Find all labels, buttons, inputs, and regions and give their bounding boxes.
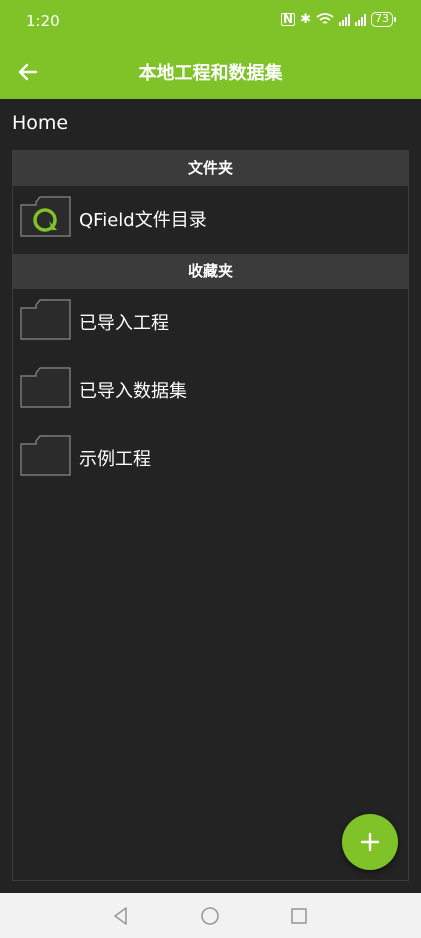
signal-icon-2 [355, 13, 366, 26]
list-item-imported-datasets[interactable]: 已导入数据集 [13, 357, 408, 419]
signal-icon-1 [339, 13, 350, 26]
breadcrumb: Home [12, 112, 69, 134]
nav-recents-icon[interactable] [288, 905, 310, 927]
section-header-favorites: 收藏夹 [13, 254, 408, 289]
wifi-icon [316, 13, 334, 24]
file-browser-panel: 文件夹 QField文件目录 收藏夹 已导入工程 已导入数据集 示例工程 [12, 150, 409, 881]
list-item-imported-projects[interactable]: 已导入工程 [13, 289, 408, 351]
status-bar: 1:20 N ✱ 73 [0, 0, 421, 44]
nav-home-icon[interactable] [199, 905, 221, 927]
plus-icon [360, 832, 380, 852]
add-button[interactable] [342, 814, 398, 870]
bluetooth-icon: ✱ [300, 12, 311, 27]
section-header-folders: 文件夹 [13, 151, 408, 186]
list-item-sample-projects[interactable]: 示例工程 [13, 425, 408, 487]
list-item-label: 已导入工程 [79, 313, 169, 334]
list-item-label: 已导入数据集 [79, 381, 187, 402]
list-item-qfield-directory[interactable]: QField文件目录 [13, 186, 408, 248]
app-bar: 本地工程和数据集 [0, 44, 421, 99]
folder-icon [20, 299, 71, 340]
page-title: 本地工程和数据集 [138, 63, 283, 84]
list-item-label: 示例工程 [79, 449, 151, 470]
qfield-logo-icon [20, 196, 71, 237]
folder-icon [20, 435, 71, 476]
nav-back-icon[interactable] [110, 905, 132, 927]
system-nav-bar [0, 893, 421, 938]
status-time: 1:20 [26, 12, 60, 30]
status-icons: N ✱ 73 [281, 12, 396, 27]
battery-icon: 73 [371, 12, 396, 27]
nfc-icon: N [281, 12, 296, 26]
folder-icon [20, 367, 71, 408]
list-item-label: QField文件目录 [79, 210, 207, 231]
